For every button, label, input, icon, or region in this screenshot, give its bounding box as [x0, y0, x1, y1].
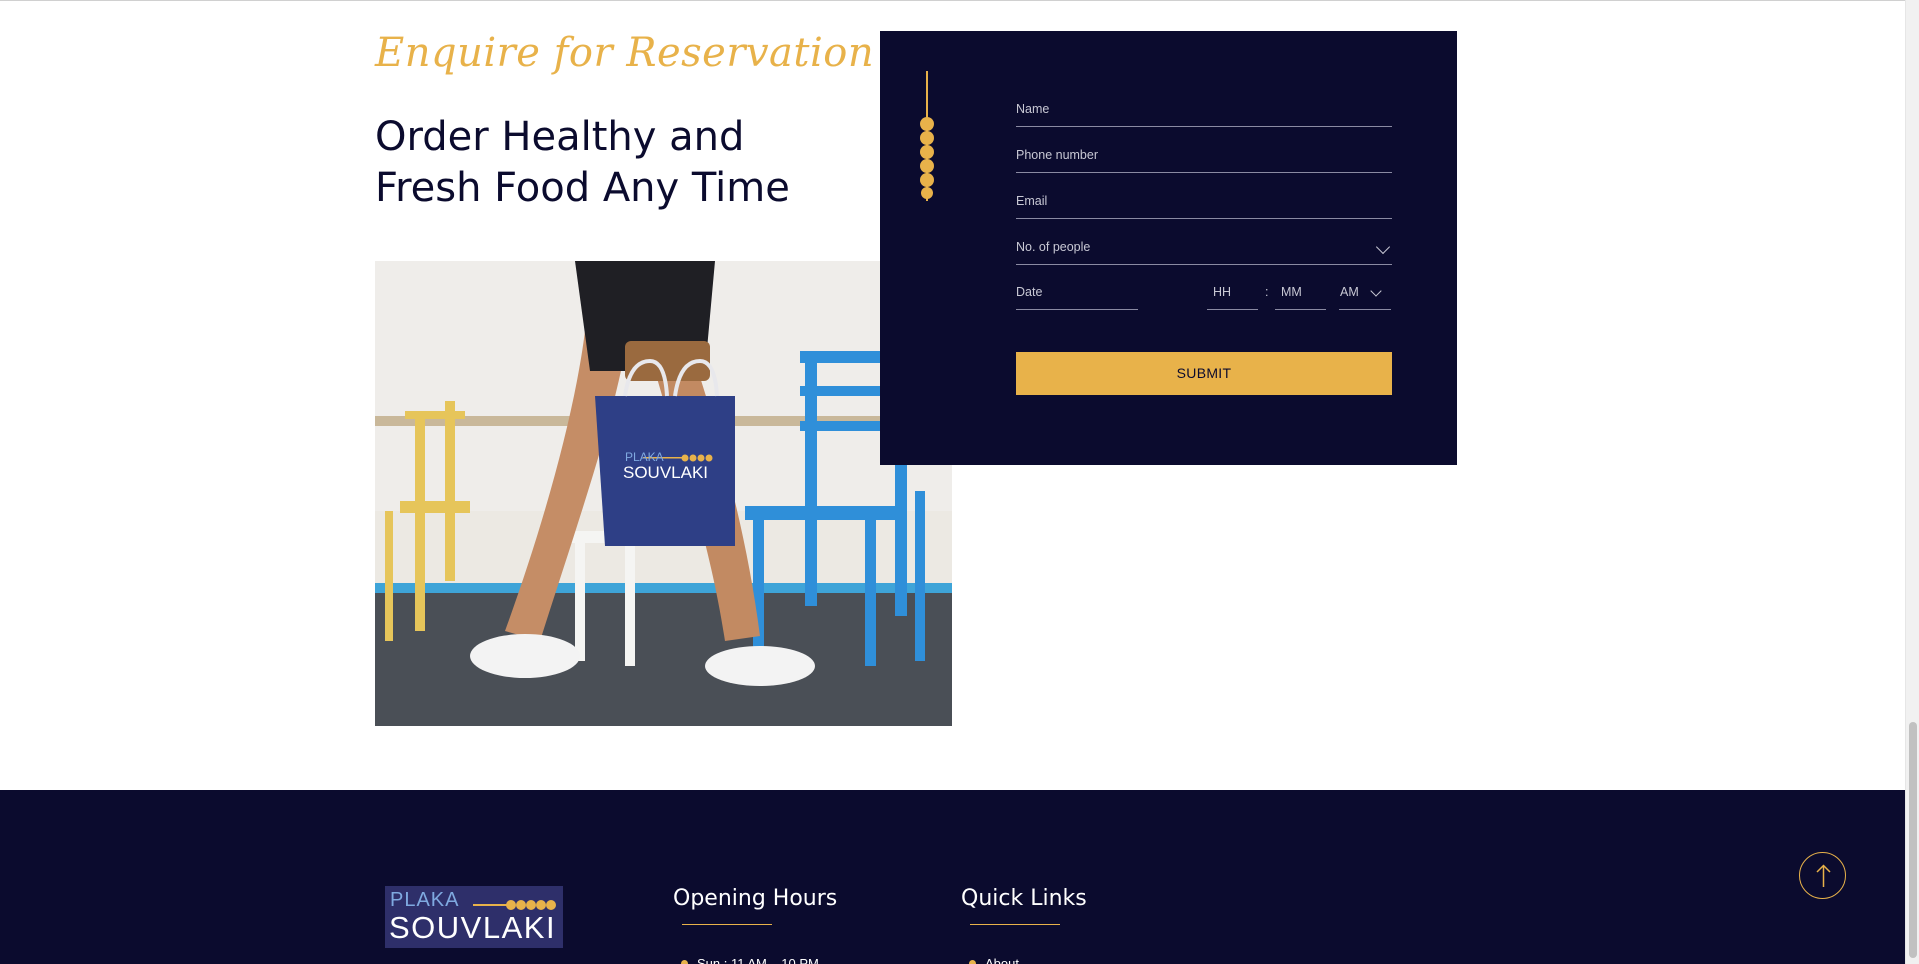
people-placeholder: No. of people	[1016, 240, 1091, 254]
top-divider	[0, 0, 1905, 1]
people-select[interactable]: No. of people	[1016, 236, 1392, 265]
logo-text-bottom: SOUVLAKI	[389, 910, 557, 945]
page-scrollbar[interactable]	[1905, 0, 1919, 964]
footer-logo[interactable]: PLAKA SOUVLAKI	[385, 886, 563, 948]
reservation-headline: Order Healthy and Fresh Food Any Time	[375, 114, 790, 211]
email-placeholder: Email	[1016, 194, 1048, 208]
back-to-top-button[interactable]	[1799, 852, 1846, 899]
name-placeholder: Name	[1016, 102, 1050, 116]
bullet-icon	[681, 960, 688, 964]
time-separator: :	[1265, 285, 1269, 299]
chevron-down-icon	[1375, 239, 1391, 255]
phone-field[interactable]: Phone number	[1016, 144, 1392, 173]
ampm-value: AM	[1340, 285, 1359, 299]
ampm-select[interactable]: AM	[1339, 281, 1391, 310]
opening-hours-item: Sun : 11 AM – 10 PM	[697, 956, 819, 964]
bullet-icon	[969, 960, 976, 964]
quick-link-about[interactable]: About	[985, 956, 1019, 964]
skewer-icon	[920, 71, 934, 201]
phone-placeholder: Phone number	[1016, 148, 1099, 162]
footer	[0, 790, 1905, 964]
logo-text-top: PLAKA	[390, 889, 460, 911]
page: Enquire for Reservation Order Healthy an…	[0, 0, 1919, 964]
minute-placeholder: MM	[1281, 285, 1302, 299]
date-field[interactable]: Date	[1016, 281, 1138, 310]
chevron-down-icon	[1370, 285, 1382, 297]
reservation-form: Name Phone number Email No. of people Da…	[880, 31, 1457, 465]
hour-placeholder: HH	[1213, 285, 1232, 299]
arrow-up-icon	[1816, 864, 1831, 887]
opening-hours-heading: Opening Hours	[673, 886, 838, 911]
bag-brand-bottom: SOUVLAKI	[623, 463, 708, 482]
opening-hours-underline	[682, 924, 772, 925]
reservation-eyebrow: Enquire for Reservation	[375, 30, 875, 76]
submit-button[interactable]: SUBMIT	[1016, 352, 1392, 395]
email-field[interactable]: Email	[1016, 190, 1392, 219]
takeaway-photo-illustration: PLAKA SOUVLAKI	[375, 261, 952, 726]
takeaway-photo: PLAKA SOUVLAKI	[375, 261, 952, 726]
hour-field[interactable]: HH	[1207, 281, 1258, 310]
minute-field[interactable]: MM	[1275, 281, 1326, 310]
bag-brand-top: PLAKA	[625, 450, 664, 464]
date-placeholder: Date	[1016, 285, 1043, 299]
name-field[interactable]: Name	[1016, 98, 1392, 127]
quick-links-underline	[970, 924, 1060, 925]
scrollbar-thumb[interactable]	[1909, 722, 1917, 958]
quick-links-heading: Quick Links	[961, 886, 1087, 911]
